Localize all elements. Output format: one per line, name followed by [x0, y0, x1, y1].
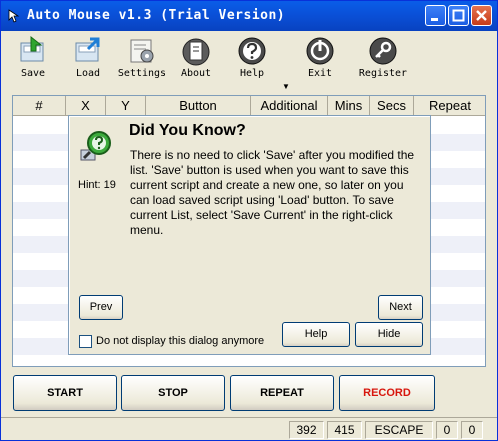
- toolbar-label: Exit: [307, 68, 333, 79]
- column-header-repeat[interactable]: Repeat: [414, 96, 485, 116]
- toolbar-label: About: [180, 68, 212, 79]
- cursor-x-readout: 392: [289, 421, 324, 439]
- record-button[interactable]: RECORD: [339, 375, 435, 411]
- window-title: Auto Mouse v1.3 (Trial Version): [27, 8, 286, 23]
- hint-number: Hint: 19: [78, 179, 116, 191]
- exit-button[interactable]: Exit: [295, 33, 345, 83]
- toolbar: Save Load Settings About Help ▼ Exit Reg…: [1, 31, 497, 91]
- status-bar: 392 415 ESCAPE 0 0: [1, 417, 497, 441]
- register-button[interactable]: Register: [358, 33, 408, 83]
- status-counter-2: 0: [461, 421, 483, 439]
- column-header-mins[interactable]: Mins: [328, 96, 370, 116]
- maximize-button[interactable]: [448, 5, 469, 26]
- magnifier-question-icon: [80, 131, 111, 161]
- save-button[interactable]: Save: [8, 33, 58, 83]
- did-you-know-dialog: Did You Know? Hint: 19 There is no need …: [68, 115, 431, 355]
- toolbar-label: Settings: [117, 68, 167, 79]
- about-button[interactable]: About: [171, 33, 221, 83]
- minimize-icon: [431, 18, 438, 21]
- toolbar-label: Register: [358, 68, 408, 79]
- help-dropdown-arrow-icon[interactable]: ▼: [282, 82, 290, 91]
- settings-icon: [130, 39, 154, 63]
- save-icon: [20, 35, 44, 62]
- about-icon: [182, 38, 210, 66]
- maximize-icon: [452, 9, 465, 22]
- column-header-index[interactable]: #: [13, 96, 66, 116]
- status-counter-1: 0: [436, 421, 458, 439]
- start-button[interactable]: START: [13, 375, 117, 411]
- dialog-title: Did You Know?: [129, 122, 246, 139]
- exit-icon: [306, 37, 334, 65]
- column-header-additional[interactable]: Additional: [251, 96, 328, 116]
- title-bar[interactable]: Auto Mouse v1.3 (Trial Version): [1, 1, 497, 31]
- do-not-display-checkbox[interactable]: [79, 335, 92, 348]
- prev-button[interactable]: Prev: [79, 295, 123, 320]
- register-icon: [369, 37, 397, 65]
- column-header-button[interactable]: Button: [146, 96, 251, 116]
- column-header-secs[interactable]: Secs: [370, 96, 414, 116]
- toolbar-label: Save: [20, 68, 46, 79]
- toolbar-label: Help: [239, 68, 265, 79]
- minimize-button[interactable]: [425, 5, 446, 26]
- cursor-y-readout: 415: [327, 421, 362, 439]
- stop-button[interactable]: STOP: [121, 375, 225, 411]
- help-dialog-button[interactable]: Help: [282, 322, 350, 347]
- close-button[interactable]: [471, 5, 492, 26]
- mouse-cursor-icon: [8, 9, 20, 23]
- stop-key-readout: ESCAPE: [365, 421, 433, 439]
- help-icon: [238, 37, 266, 65]
- repeat-button[interactable]: REPEAT: [230, 375, 334, 411]
- app-window: Auto Mouse v1.3 (Trial Version) Save Loa…: [0, 0, 498, 441]
- close-icon: [476, 10, 487, 21]
- column-header-y[interactable]: Y: [106, 96, 146, 116]
- hide-button[interactable]: Hide: [355, 322, 423, 347]
- column-header-x[interactable]: X: [66, 96, 106, 116]
- load-button[interactable]: Load: [63, 33, 113, 83]
- load-icon: [75, 37, 100, 62]
- help-button[interactable]: Help: [227, 33, 277, 83]
- do-not-display-label: Do not display this dialog anymore: [96, 335, 265, 347]
- settings-button[interactable]: Settings: [117, 33, 167, 83]
- hint-text: There is no need to click 'Save' after y…: [130, 148, 415, 237]
- next-button[interactable]: Next: [378, 295, 423, 320]
- toolbar-label: Load: [75, 68, 101, 79]
